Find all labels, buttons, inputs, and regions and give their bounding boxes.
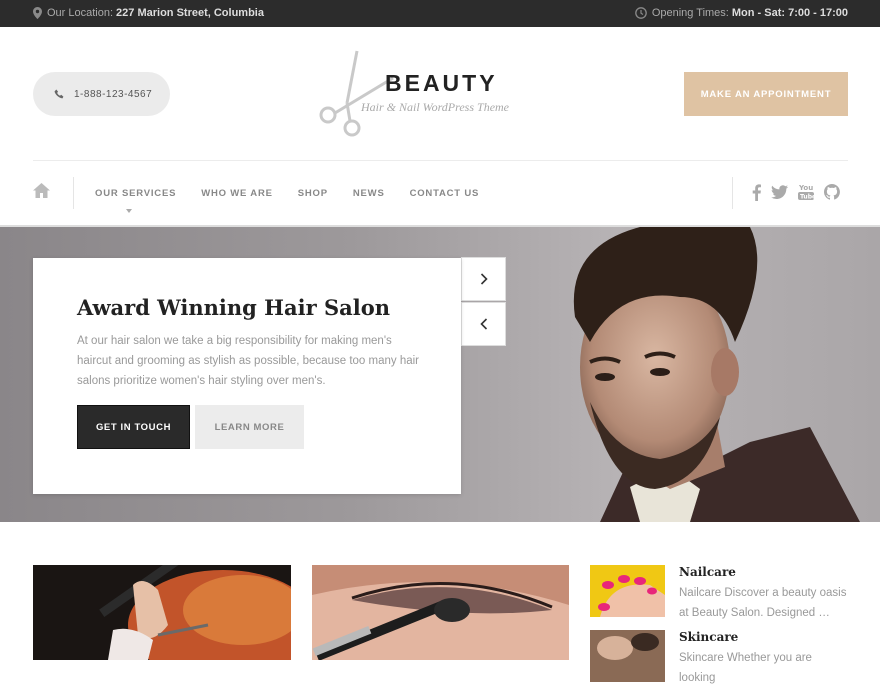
location-info: Our Location: 227 Marion Street, Columbi… (33, 7, 264, 19)
opening-hours: Opening Times: Mon - Sat: 7:00 - 17:00 (634, 7, 848, 19)
clock-icon (634, 7, 647, 19)
skincare-image (590, 630, 665, 682)
skincare-thumbnail[interactable] (590, 630, 665, 682)
eye-makeup-image (312, 565, 569, 660)
hero-description: At our hair salon we take a big responsi… (77, 335, 419, 387)
location-label: Our Location: (47, 7, 114, 19)
nav-item-who-we-are[interactable]: WHO WE ARE (201, 188, 273, 199)
twitter-link[interactable] (771, 185, 788, 199)
sidebar-post-excerpt: Skincare Whether you are looking (679, 652, 812, 684)
sidebar-post-title[interactable]: Nailcare (679, 565, 736, 579)
location-value: 227 Marion Street, Columbia (116, 7, 264, 19)
sidebar-post-skincare[interactable]: Skincare Skincare Whether you are lookin… (590, 630, 848, 684)
github-link[interactable] (824, 184, 840, 200)
hours-value: Mon - Sat: 7:00 - 17:00 (731, 7, 848, 19)
hero-title: Award Winning Hair Salon (77, 295, 390, 320)
nav-item-contact-us[interactable]: CONTACT US (410, 188, 480, 199)
nailcare-thumbnail[interactable] (590, 565, 665, 617)
facebook-link[interactable] (752, 183, 761, 201)
sidebar-post-nailcare[interactable]: Nailcare Nailcare Discover a beauty oasi… (590, 565, 848, 620)
slider-next-button[interactable] (461, 257, 506, 301)
nav-item-news[interactable]: NEWS (353, 188, 385, 199)
chevron-left-icon (479, 318, 487, 330)
chevron-down-icon (126, 209, 132, 213)
nav-item-shop[interactable]: SHOP (298, 188, 328, 199)
learn-more-button[interactable]: LEARN MORE (195, 405, 304, 449)
site-logo[interactable]: BEAUTY Hair & Nail WordPress Theme (305, 48, 535, 143)
youtube-icon: You Tube (798, 184, 814, 201)
hair-cutting-image (33, 565, 291, 660)
hero-man-photo (573, 227, 860, 522)
phone-number: 1-888-123-4567 (74, 88, 153, 100)
github-icon (824, 184, 840, 200)
nailcare-image (590, 565, 665, 617)
nav-item-our-services[interactable]: OUR SERVICES (95, 188, 176, 199)
twitter-icon (771, 185, 788, 199)
home-link[interactable] (33, 183, 50, 203)
sidebar-post-excerpt: Nailcare Discover a beauty oasis at Beau… (679, 587, 847, 619)
makeup-photo[interactable] (312, 565, 569, 660)
home-icon (33, 183, 50, 198)
logo-subtitle: Hair & Nail WordPress Theme (361, 100, 510, 114)
map-pin-icon (33, 7, 42, 19)
facebook-icon (752, 183, 761, 201)
logo-title: BEAUTY (385, 70, 498, 96)
slider-prev-button[interactable] (461, 302, 506, 346)
top-bar: Our Location: 227 Marion Street, Columbi… (0, 0, 880, 27)
chevron-right-icon (480, 273, 488, 285)
nav-separator (73, 177, 74, 209)
header-divider (33, 160, 848, 161)
svg-text:You: You (798, 184, 813, 192)
phone-button[interactable]: 1-888-123-4567 (33, 72, 170, 116)
hair-cutting-photo[interactable] (33, 565, 291, 660)
social-links: You Tube (752, 183, 850, 201)
phone-icon (54, 89, 64, 98)
nav-separator (732, 177, 733, 209)
get-in-touch-button[interactable]: GET IN TOUCH (77, 405, 190, 449)
svg-text:Tube: Tube (800, 194, 814, 201)
sidebar-post-title[interactable]: Skincare (679, 630, 738, 644)
make-appointment-button[interactable]: MAKE AN APPOINTMENT (684, 72, 848, 116)
youtube-link[interactable]: You Tube (798, 183, 814, 201)
main-nav: OUR SERVICES WHO WE ARE SHOP NEWS CONTAC… (95, 188, 504, 199)
hours-label: Opening Times: (651, 7, 729, 19)
hero-card: Award Winning Hair Salon At our hair sal… (33, 258, 461, 494)
